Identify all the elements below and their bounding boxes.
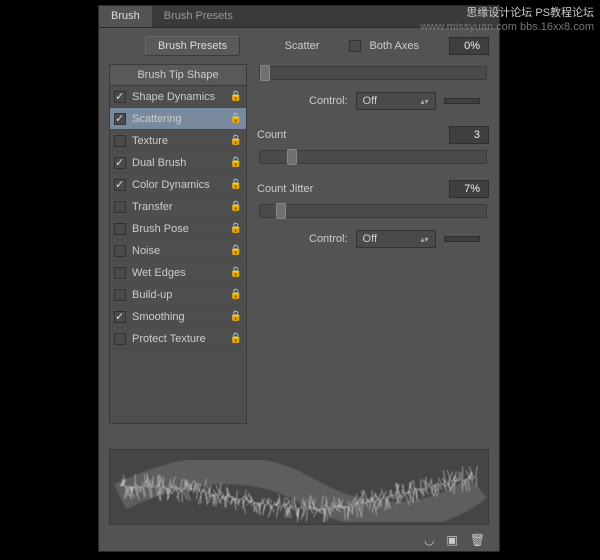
lock-icon[interactable]: 🔒 [230,179,242,190]
tab-brush[interactable]: Brush [99,6,152,27]
watermark-line1: 思缘设计论坛 PS教程论坛 [420,6,594,20]
jitter-control-value: Off [363,233,377,245]
sidebar-item-label: Noise [132,245,160,257]
brush-panel: Brush Brush Presets Brush Presets Scatte… [98,5,500,552]
lock-icon[interactable]: 🔒 [230,157,242,168]
sidebar-checkbox[interactable] [114,267,126,279]
sidebar-item-texture[interactable]: Texture 🔒 [110,130,246,152]
sidebar-checkbox[interactable] [114,311,126,323]
lock-icon[interactable]: 🔒 [230,223,242,234]
scatter-label: Scatter [285,40,320,52]
jitter-control-select[interactable]: Off ▴▾ [356,230,436,248]
scatter-value[interactable]: 0% [449,37,489,55]
count-slider[interactable] [259,150,487,164]
sidebar-header[interactable]: Brush Tip Shape [110,65,246,86]
sidebar-item-label: Wet Edges [132,267,186,279]
sidebar-item-dual-brush[interactable]: Dual Brush 🔒 [110,152,246,174]
panel-body: Brush Tip Shape Shape Dynamics🔒Scatterin… [99,64,499,441]
control1-extra[interactable] [444,98,480,104]
sidebar-item-label: Smoothing [132,311,185,323]
sidebar-item-label: Shape Dynamics [132,91,215,103]
scatter-control-select[interactable]: Off ▴▾ [356,92,436,110]
both-axes-label: Both Axes [369,40,419,52]
sidebar-item-build-up[interactable]: Build-up 🔒 [110,284,246,306]
panel-footer: ◡ ▣ 🗑 [99,531,499,551]
scatter-control-value: Off [363,95,377,107]
count-jitter-value[interactable]: 7% [449,180,489,198]
chevron-down-icon: ▴▾ [421,97,429,106]
count-slider-thumb[interactable] [287,149,297,165]
trash-icon[interactable]: 🗑 [470,533,485,547]
control1-label: Control: [309,95,348,107]
tab-brush-presets[interactable]: Brush Presets [152,6,245,27]
sidebar-checkbox[interactable] [114,179,126,191]
sidebar-checkbox[interactable] [114,91,126,103]
sidebar-item-protect-texture[interactable]: Protect Texture 🔒 [110,328,246,350]
lock-icon[interactable]: 🔒 [230,135,242,146]
sidebar-checkbox[interactable] [114,135,126,147]
sidebar-checkbox[interactable] [114,289,126,301]
sidebar-item-label: Color Dynamics [132,179,210,191]
chevron-down-icon: ▴▾ [421,235,429,244]
sidebar-item-scattering[interactable]: Scattering 🔒 [110,108,246,130]
sidebar-checkbox[interactable] [114,157,126,169]
sidebar-checkbox[interactable] [114,333,126,345]
sidebar-item-brush-pose[interactable]: Brush Pose 🔒 [110,218,246,240]
sidebar-item-noise[interactable]: Noise 🔒 [110,240,246,262]
sidebar-item-color-dynamics[interactable]: Color Dynamics 🔒 [110,174,246,196]
sidebar-checkbox[interactable] [114,113,126,125]
watermark-line2: www.missyuan.com bbs.16xx8.com [420,20,594,34]
control2-extra[interactable] [444,236,480,242]
toggle-preview-icon[interactable]: ◡ [424,533,434,547]
lock-icon[interactable]: 🔒 [230,113,242,124]
sidebar-checkbox[interactable] [114,223,126,235]
sidebar-item-label: Transfer [132,201,173,213]
brush-options-sidebar: Brush Tip Shape Shape Dynamics🔒Scatterin… [109,64,247,424]
lock-icon[interactable]: 🔒 [230,311,242,322]
brush-stroke-preview [110,452,488,522]
sidebar-checkbox[interactable] [114,245,126,257]
count-jitter-slider-thumb[interactable] [276,203,286,219]
scatter-slider-thumb[interactable] [260,65,270,81]
control2-label: Control: [309,233,348,245]
brush-presets-button[interactable]: Brush Presets [145,36,240,56]
sidebar-item-label: Build-up [132,289,172,301]
sidebar-item-label: Protect Texture [132,333,206,345]
count-jitter-slider[interactable] [259,204,487,218]
sidebar-item-label: Scattering [132,113,182,125]
lock-icon[interactable]: 🔒 [230,201,242,212]
lock-icon[interactable]: 🔒 [230,289,242,300]
sidebar-item-label: Texture [132,135,168,147]
lock-icon[interactable]: 🔒 [230,91,242,102]
count-label: Count [257,129,286,141]
watermark: 思缘设计论坛 PS教程论坛 www.missyuan.com bbs.16xx8… [420,6,594,34]
count-value[interactable]: 3 [449,126,489,144]
sidebar-item-smoothing[interactable]: Smoothing 🔒 [110,306,246,328]
lock-icon[interactable]: 🔒 [230,245,242,256]
sidebar-item-shape-dynamics[interactable]: Shape Dynamics 🔒 [110,86,246,108]
both-axes-checkbox[interactable] [349,40,361,52]
scatter-slider[interactable] [259,66,487,80]
lock-icon[interactable]: 🔒 [230,267,242,278]
count-jitter-label: Count Jitter [257,183,313,195]
settings-area: Control: Off ▴▾ Count 3 Count Jitter 7% [257,64,489,441]
sidebar-item-label: Dual Brush [132,157,186,169]
brush-preview [109,449,489,525]
lock-icon[interactable]: 🔒 [230,333,242,344]
new-preset-icon[interactable]: ▣ [446,533,457,547]
sidebar-item-transfer[interactable]: Transfer 🔒 [110,196,246,218]
sidebar-checkbox[interactable] [114,201,126,213]
sidebar-item-label: Brush Pose [132,223,189,235]
sidebar-item-wet-edges[interactable]: Wet Edges 🔒 [110,262,246,284]
